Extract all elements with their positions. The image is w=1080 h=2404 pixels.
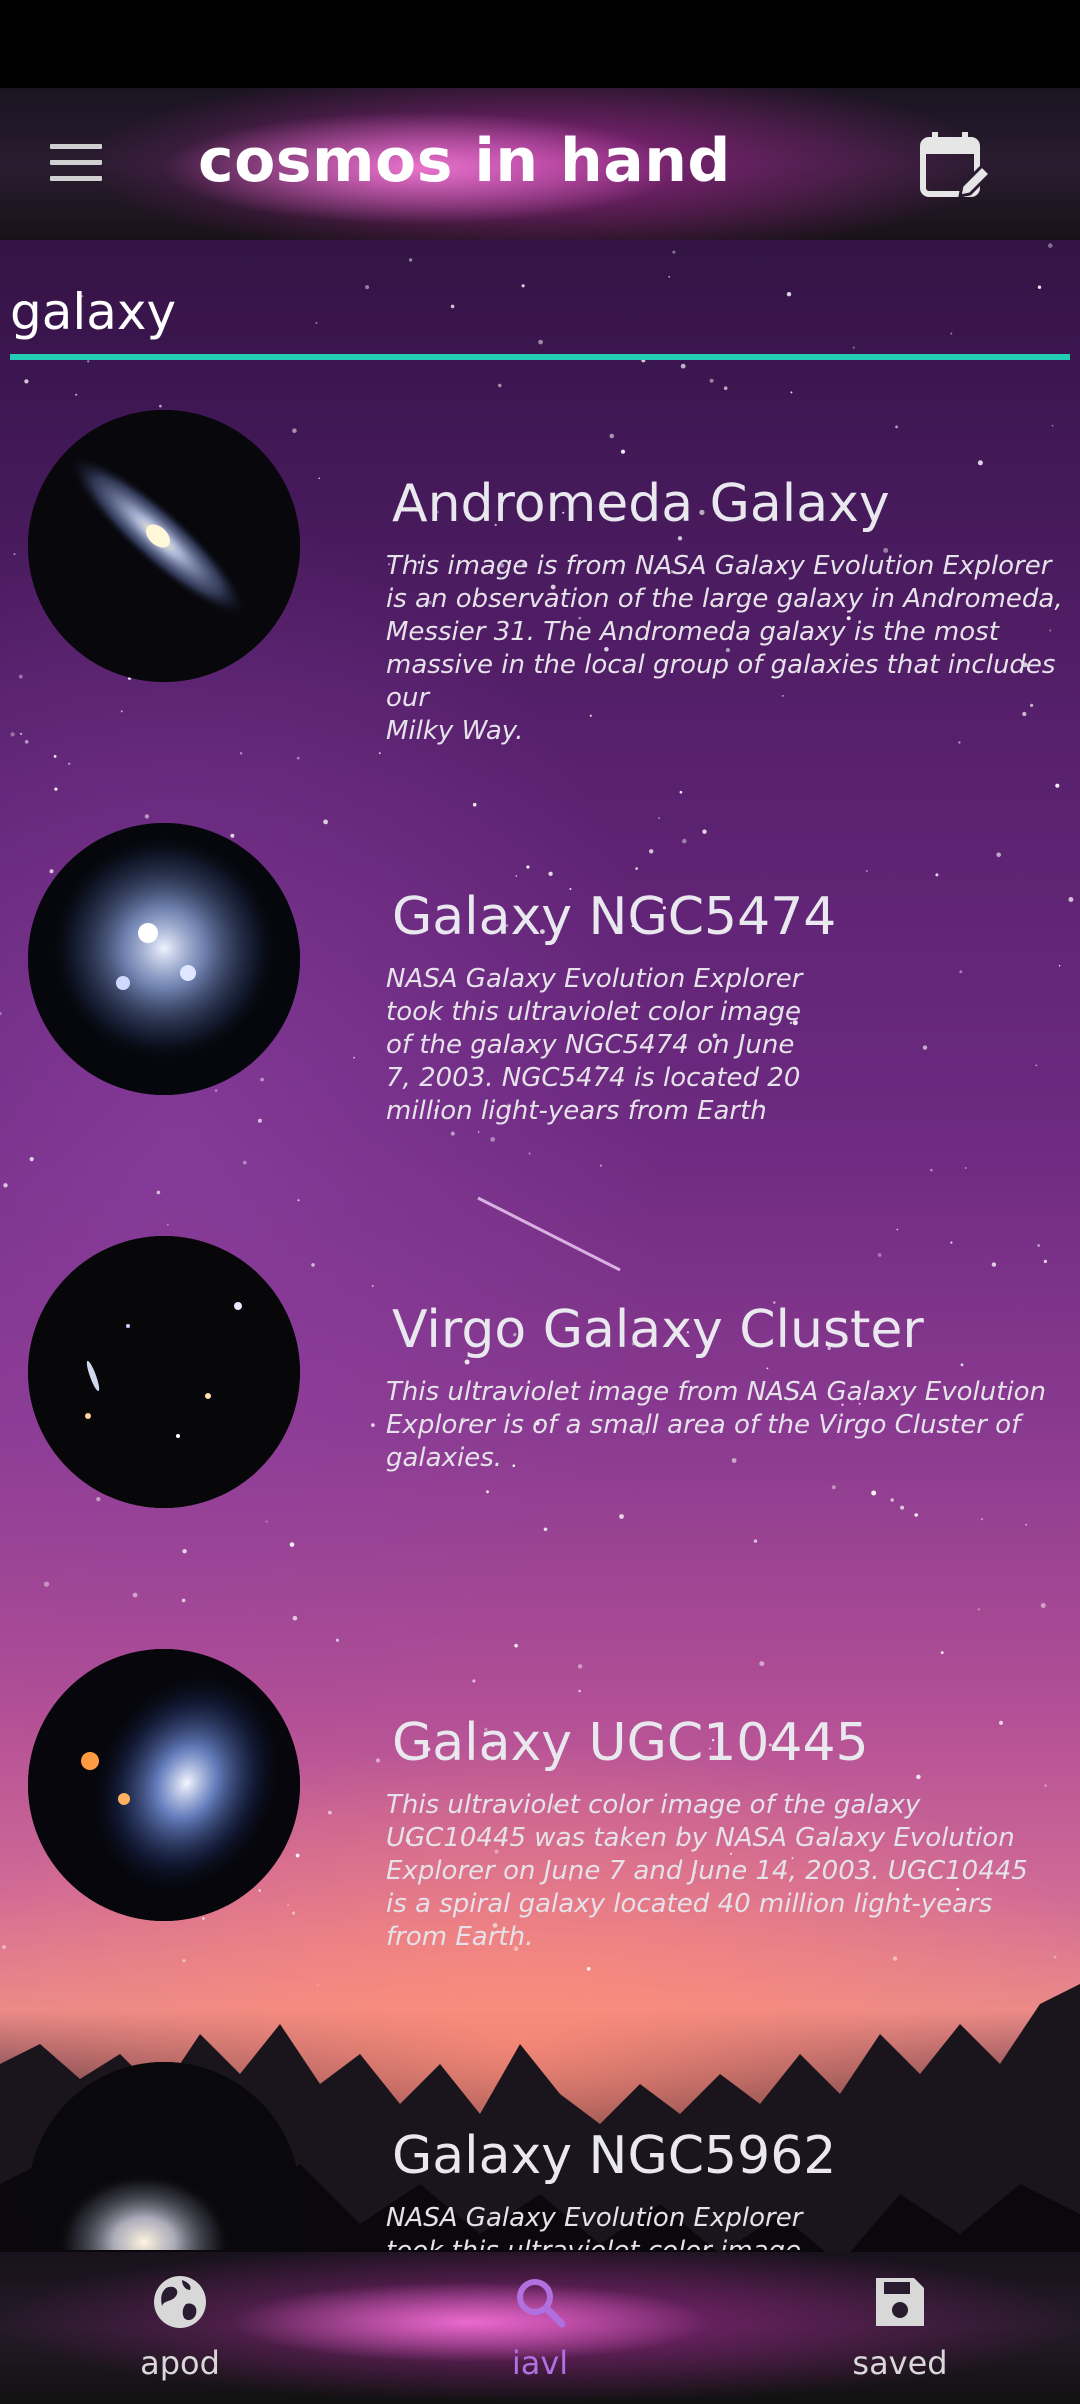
nav-item-apod[interactable]: apod (80, 2252, 280, 2404)
menu-icon[interactable] (50, 144, 102, 184)
nav-item-iavl[interactable]: iavl (440, 2252, 640, 2404)
list-item[interactable]: Virgo Galaxy Cluster This ultraviolet im… (0, 1226, 1080, 1626)
star (24, 379, 29, 384)
search-underline (10, 354, 1070, 360)
item-description: This ultraviolet color image of the gala… (386, 1790, 1028, 1952)
galaxy-thumbnail (28, 410, 300, 682)
galaxy-thumbnail (28, 823, 300, 1095)
item-title: Galaxy NGC5474 (392, 887, 837, 947)
nav-label: iavl (511, 2344, 569, 2382)
star (680, 363, 686, 369)
list-item[interactable]: Galaxy NGC5474 NASA Galaxy Evolution Exp… (0, 813, 1080, 1213)
app-title: cosmos in hand (198, 126, 731, 196)
star (672, 250, 676, 254)
item-title: Virgo Galaxy Cluster (392, 1300, 924, 1360)
item-title: Andromeda Galaxy (392, 474, 890, 534)
galaxy-thumbnail (28, 1236, 300, 1508)
item-description: NASA Galaxy Evolution Explorer took this… (386, 964, 803, 1126)
results-list: Andromeda Galaxy This image is from NASA… (0, 400, 1080, 2250)
item-title: Galaxy UGC10445 (392, 1713, 869, 1773)
list-item[interactable]: Galaxy UGC10445 This ultraviolet color i… (0, 1639, 1080, 2039)
status-bar (0, 0, 1080, 88)
floppy-disk-icon (876, 2278, 924, 2326)
item-description: This ultraviolet image from NASA Galaxy … (386, 1377, 1046, 1473)
star (790, 391, 793, 394)
galaxy-thumbnail (28, 1649, 300, 1921)
star (1048, 243, 1053, 248)
item-description: NASA Galaxy Evolution Explorer took this… (386, 2203, 803, 2250)
star (408, 258, 413, 262)
star (75, 393, 78, 396)
galaxy-thumbnail (28, 2062, 300, 2250)
nav-label: apod (140, 2344, 220, 2382)
search-input[interactable] (10, 272, 1070, 352)
search-icon (517, 2279, 566, 2328)
nav-label: saved (852, 2344, 948, 2382)
item-description: This image is from NASA Galaxy Evolution… (386, 551, 1063, 746)
search-bar (10, 272, 1070, 362)
bottom-navigation: apod iavl saved (0, 2252, 1080, 2404)
item-title: Galaxy NGC5962 (392, 2126, 837, 2186)
app-bar: cosmos in hand (0, 88, 1080, 240)
list-item[interactable]: Andromeda Galaxy This image is from NASA… (0, 400, 1080, 800)
star (498, 383, 502, 388)
calendar-edit-icon[interactable] (918, 130, 992, 204)
nav-item-saved[interactable]: saved (800, 2252, 1000, 2404)
star (723, 386, 728, 391)
globe-icon (154, 2276, 206, 2328)
star (709, 378, 714, 383)
list-item[interactable]: Galaxy NGC5962 NASA Galaxy Evolution Exp… (0, 2052, 1080, 2250)
